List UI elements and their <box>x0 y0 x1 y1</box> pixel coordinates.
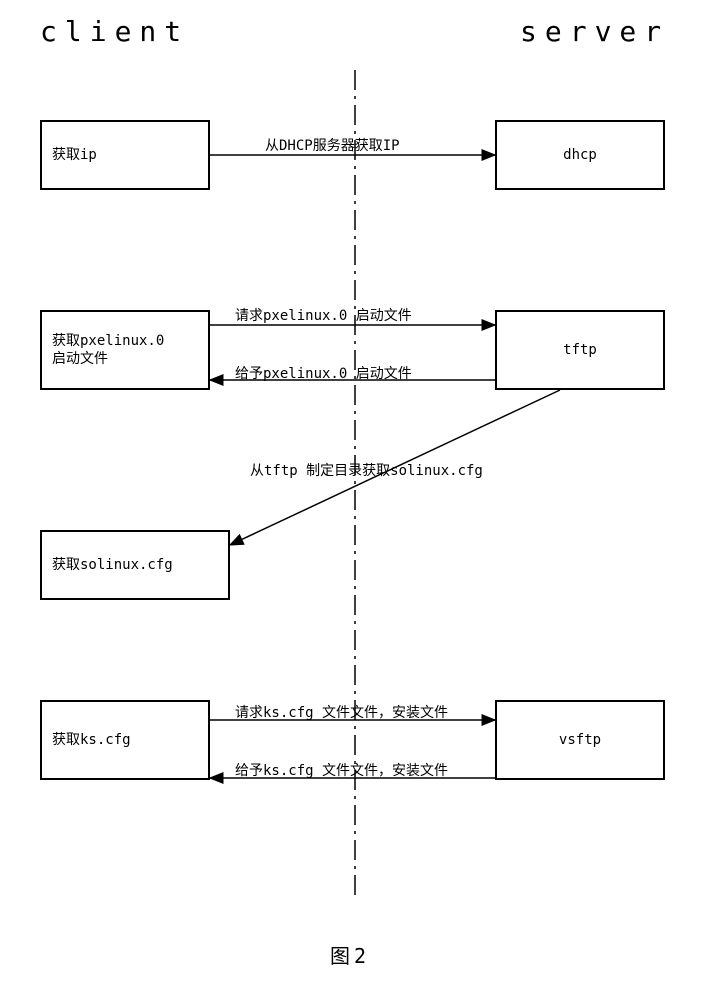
label-dhcp-ip: 从DHCP服务器获取IP <box>265 135 400 155</box>
header-client: client <box>40 15 189 48</box>
box-get-ks: 获取ks.cfg <box>40 700 210 780</box>
box-vsftp: vsftp <box>495 700 665 780</box>
box-get-solinux: 获取solinux.cfg <box>40 530 230 600</box>
box-vsftp-label: vsftp <box>559 731 601 749</box>
label-give-ks: 给予ks.cfg 文件文件，安装文件 <box>235 760 448 780</box>
box-tftp-label: tftp <box>563 341 597 359</box>
header-server: server <box>520 15 669 48</box>
box-get-solinux-label: 获取solinux.cfg <box>52 556 173 574</box>
box-dhcp-label: dhcp <box>563 146 597 164</box>
label-tftp-solinux: 从tftp 制定目录获取solinux.cfg <box>250 460 483 480</box>
diagram-canvas: client server 获取ip dhcp 获取pxelinux.0 启动文… <box>0 0 707 1000</box>
box-get-pxe-label: 获取pxelinux.0 启动文件 <box>52 332 164 368</box>
box-get-pxe: 获取pxelinux.0 启动文件 <box>40 310 210 390</box>
label-req-pxe: 请求pxelinux.0 启动文件 <box>235 305 412 325</box>
box-dhcp: dhcp <box>495 120 665 190</box>
label-req-ks: 请求ks.cfg 文件文件，安装文件 <box>235 702 448 722</box>
figure-caption: 图2 <box>330 940 370 969</box>
box-get-ip-label: 获取ip <box>52 146 97 164</box>
box-get-ip: 获取ip <box>40 120 210 190</box>
box-tftp: tftp <box>495 310 665 390</box>
label-give-pxe: 给予pxelinux.0 启动文件 <box>235 363 412 383</box>
box-get-ks-label: 获取ks.cfg <box>52 731 131 749</box>
